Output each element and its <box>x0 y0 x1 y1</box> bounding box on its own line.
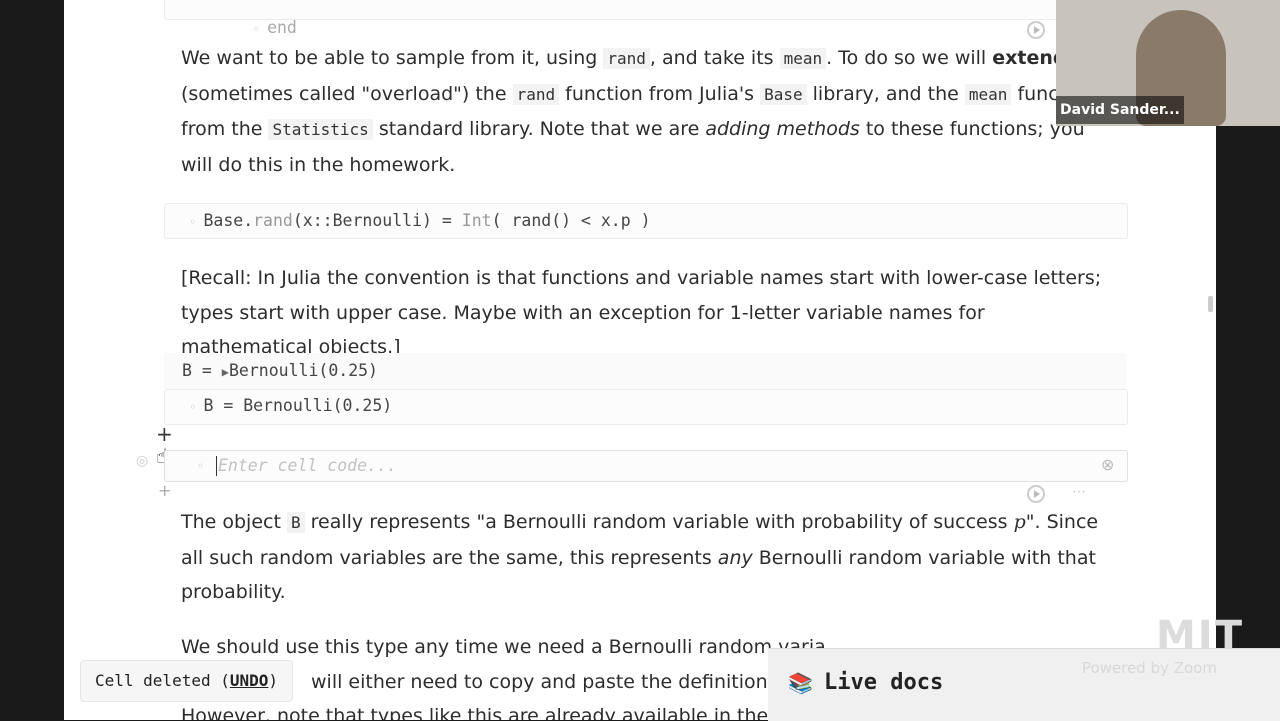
code-cell-rand[interactable]: ◦ Base.rand(x::Bernoulli) = Int( rand() … <box>164 203 1128 239</box>
empty-code-cell[interactable]: ◦ Enter cell code... ⊗ <box>164 450 1128 482</box>
inline-code: Base <box>760 83 807 105</box>
text: standard library. Note that we are <box>372 118 706 140</box>
text: function from Julia's <box>559 82 761 105</box>
italic-text: any <box>717 546 753 569</box>
paragraph-object-B: The object B really represents "a Bernou… <box>181 505 1121 610</box>
code-cell-B[interactable]: ◦ B = Bernoulli(0.25) <box>164 389 1128 425</box>
eye-icon[interactable]: ◎ <box>136 453 148 469</box>
inline-code: Statistics <box>268 119 373 140</box>
text: . To do so we will <box>826 47 993 69</box>
code-line: ◦ B = Bernoulli(0.25) <box>189 396 392 415</box>
cell-deleted-toast: Cell deleted (UNDO) <box>80 660 294 702</box>
text: , and take its <box>649 47 780 69</box>
output-line: B = ▶Bernoulli(0.25) <box>182 361 378 380</box>
paragraph-recall: [Recall: In Julia the convention is that… <box>181 267 1102 358</box>
text: (sometimes called "overload") the <box>181 82 513 105</box>
output-name: B = <box>182 361 212 380</box>
books-icon: 📚 <box>788 671 813 695</box>
text: The object <box>181 511 287 533</box>
scrollbar-thumb[interactable] <box>1208 296 1213 312</box>
toast-text: Cell deleted ( <box>95 671 230 690</box>
code-token: B = Bernoulli(0.25) <box>203 396 393 415</box>
inline-code: rand <box>603 48 650 69</box>
text: However, note that types like this are a… <box>181 705 775 720</box>
speaker-name: David Sander... <box>1060 102 1180 118</box>
inline-code: B <box>286 512 305 533</box>
code-token: ( <box>491 211 512 230</box>
notebook-page: ◦ end We want to be able to sample from … <box>64 0 1216 720</box>
code-end: end <box>267 18 297 37</box>
cell-bullet-icon: ◦ <box>189 215 204 229</box>
code-cell-top[interactable]: ◦ end <box>164 0 1128 37</box>
live-docs-label: Live docs <box>824 670 944 695</box>
undo-button[interactable]: UNDO <box>230 671 269 690</box>
output-value: Bernoulli(0.25) <box>228 361 378 380</box>
add-cell-below-icon[interactable]: + <box>158 481 171 500</box>
speaker-name-label: David Sander... <box>1056 96 1184 124</box>
paragraph-extend-rand: We want to be able to sample from it, us… <box>181 41 1121 182</box>
delete-cell-icon[interactable]: ⊗ <box>1101 455 1114 474</box>
inline-code: mean <box>964 83 1012 105</box>
inline-code: mean <box>779 48 827 69</box>
live-docs-panel[interactable]: 📚 Live docs MIT Powered by Zoom <box>768 613 1280 721</box>
inline-code: rand <box>512 83 560 105</box>
run-cell-icon[interactable] <box>1027 21 1045 39</box>
add-cell-above-icon[interactable]: + <box>156 422 173 446</box>
toast-text: ) <box>268 671 279 690</box>
run-cell-icon[interactable] <box>1027 485 1045 503</box>
math-variable: p <box>1013 511 1026 533</box>
zoom-watermark: Powered by Zoom <box>1082 659 1217 677</box>
more-options-icon[interactable]: ⋯ <box>1072 484 1086 500</box>
italic-text: adding methods <box>705 118 860 140</box>
code-line: ◦ Base.rand(x::Bernoulli) = Int( rand() … <box>189 211 651 230</box>
code-token: Int <box>461 211 492 230</box>
text-caret <box>216 456 217 476</box>
mit-logo-icon: MIT <box>1156 613 1244 659</box>
cell-bullet-icon: ◦ <box>197 459 205 473</box>
text: really represents "a Bernoulli random va… <box>304 511 1014 533</box>
code-token: rand <box>253 211 293 230</box>
cell-bullet-icon: ◦ <box>189 400 204 414</box>
cell-bullet-icon: ◦ <box>252 22 268 36</box>
cell-output: B = ▶Bernoulli(0.25) <box>164 353 1126 389</box>
text: We want to be able to sample from it, us… <box>181 47 604 69</box>
text: library, and the <box>806 82 965 105</box>
code-token: Base. <box>203 211 254 230</box>
expand-triangle-icon[interactable]: ▶ <box>222 365 229 379</box>
cell-code-input[interactable]: Enter cell code... <box>218 456 397 475</box>
webcam-video: David Sander... <box>1056 0 1280 126</box>
code-token: (x::Bernoulli) = <box>292 211 462 230</box>
code-token: () < x.p ) <box>551 211 651 230</box>
code-token: rand <box>511 211 552 230</box>
